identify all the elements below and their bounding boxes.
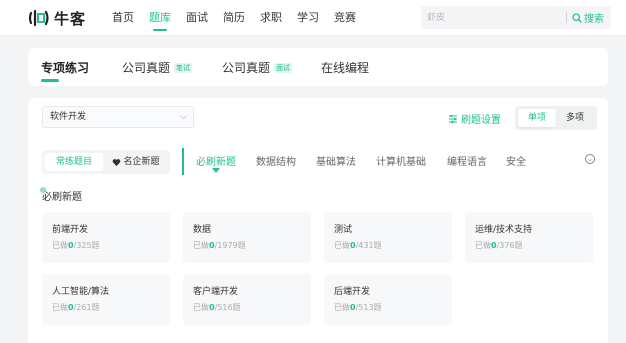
logo-icon: [28, 9, 50, 27]
tab-label: 在线编程: [321, 61, 370, 75]
tab-online-coding[interactable]: 在线编程: [321, 59, 369, 76]
search-input[interactable]: [427, 9, 563, 26]
nav-item-interview[interactable]: 面试: [186, 0, 208, 36]
settings-label: 刷题设置: [461, 115, 501, 126]
topic-card-testing[interactable]: 测试 已做0/431题: [324, 212, 452, 263]
category-must-practice[interactable]: 必刷新题: [196, 153, 236, 168]
category-programming-languages[interactable]: 编程语言: [447, 153, 487, 168]
section-title: 必刷新题: [40, 187, 82, 203]
tab-company-exam-written[interactable]: 公司真题 笔试: [122, 59, 193, 76]
category-divider: [182, 148, 184, 175]
expand-categories-icon[interactable]: ⌄: [585, 154, 595, 164]
job-category-select[interactable]: 软件开发 ⌵: [42, 106, 194, 128]
source-frequent[interactable]: 常练题目: [45, 153, 103, 171]
tab-company-exam-interview[interactable]: 公司真题 面试: [222, 59, 293, 76]
sliders-icon: [449, 114, 457, 123]
search-divider: [566, 12, 567, 23]
tab-label: 公司真题: [122, 61, 171, 75]
card-progress: 已做0/261题: [52, 303, 100, 312]
practice-panel: 软件开发 ⌵ 刷题设置 单项 多项 常练题目 名企新题 必刷新题 数据结构 基础…: [28, 98, 608, 343]
card-progress: 已做0/1979题: [193, 241, 246, 250]
logo-text: 牛客: [54, 9, 87, 28]
nav-item-contest[interactable]: 竞赛: [334, 0, 356, 36]
card-progress: 已做0/325题: [52, 241, 100, 250]
search-icon: [572, 12, 582, 23]
logo[interactable]: 牛客: [28, 8, 86, 28]
card-progress: 已做0/431题: [334, 241, 382, 250]
mode-multiple[interactable]: 多项: [556, 109, 594, 127]
mode-single[interactable]: 单项: [518, 109, 556, 127]
card-progress: 已做0/376题: [475, 241, 523, 250]
select-value: 软件开发: [50, 112, 87, 122]
nav-item-question-bank[interactable]: 题库: [149, 0, 171, 36]
top-navbar: 牛客 首页 题库 面试 简历 求职 学习 竞赛 搜索: [0, 0, 626, 36]
topic-card-frontend[interactable]: 前端开发 已做0/325题: [42, 212, 170, 263]
nav-item-jobs[interactable]: 求职: [260, 0, 282, 36]
category-security[interactable]: 安全: [506, 153, 526, 168]
topic-card-ai-algorithms[interactable]: 人工智能/算法 已做0/261题: [42, 274, 170, 325]
card-progress: 已做0/516题: [193, 303, 241, 312]
topic-card-ops-support[interactable]: 运维/技术支持 已做0/376题: [465, 212, 593, 263]
search-box: 搜索: [421, 6, 611, 29]
search-button-label: 搜索: [584, 14, 604, 25]
card-title: 前端开发: [52, 225, 89, 235]
category-data-structures[interactable]: 数据结构: [256, 153, 296, 168]
nav-item-resume[interactable]: 简历: [223, 0, 245, 36]
card-title: 测试: [334, 225, 353, 235]
card-title: 客户端开发: [193, 287, 239, 297]
source-label: 常练题目: [55, 157, 92, 167]
tab-label: 专项练习: [41, 61, 90, 75]
source-toggle: 常练题目 名企新题: [42, 150, 170, 174]
nav-item-learn[interactable]: 学习: [297, 0, 319, 36]
tab-label: 公司真题: [222, 61, 271, 75]
topic-card-backend[interactable]: 后端开发 已做0/513题: [324, 274, 452, 325]
nav-item-home[interactable]: 首页: [112, 0, 134, 36]
chevron-down-icon: ⌵: [180, 112, 187, 122]
category-basic-algorithms[interactable]: 基础算法: [316, 153, 356, 168]
card-progress: 已做0/513题: [334, 303, 382, 312]
heart-icon: [113, 158, 121, 166]
active-category-indicator: [212, 168, 220, 173]
source-top-company[interactable]: 名企新题: [104, 153, 168, 171]
main-nav: 首页 题库 面试 简历 求职 学习 竞赛: [112, 0, 371, 36]
category-cs-fundamentals[interactable]: 计算机基础: [376, 153, 426, 168]
practice-settings-button[interactable]: 刷题设置: [448, 111, 501, 126]
search-button[interactable]: 搜索: [572, 6, 604, 29]
topic-card-data[interactable]: 数据 已做0/1979题: [183, 212, 311, 263]
tab-tag: 面试: [274, 63, 293, 73]
practice-tabs: 专项练习 公司真题 笔试 公司真题 面试 在线编程: [28, 48, 608, 86]
card-title: 数据: [193, 225, 212, 235]
source-label: 名企新题: [123, 157, 160, 167]
card-title: 后端开发: [334, 287, 371, 297]
card-title: 运维/技术支持: [475, 225, 533, 235]
tab-special-practice[interactable]: 专项练习: [41, 59, 90, 82]
tab-tag: 笔试: [174, 63, 193, 73]
topic-card-client-dev[interactable]: 客户端开发 已做0/516题: [183, 274, 311, 325]
card-title: 人工智能/算法: [52, 287, 110, 297]
mode-toggle: 单项 多项: [515, 106, 597, 130]
